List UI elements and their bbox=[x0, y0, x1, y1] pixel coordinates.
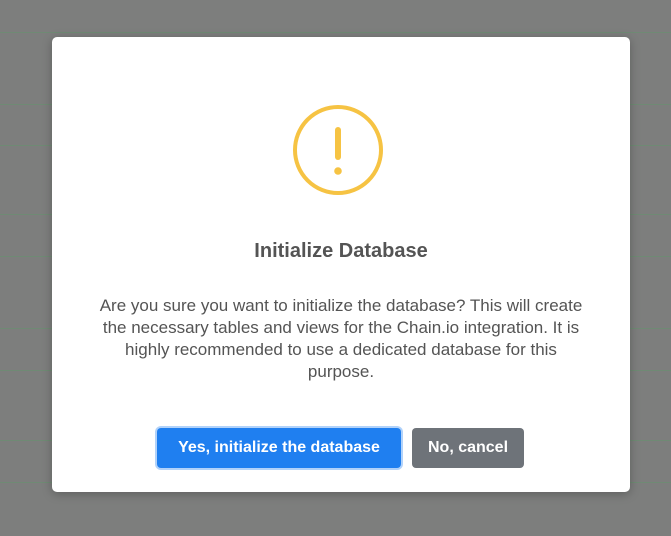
confirm-dialog: Initialize Database Are you sure you wan… bbox=[52, 37, 630, 492]
cancel-button[interactable]: No, cancel bbox=[412, 428, 524, 468]
dialog-title: Initialize Database bbox=[254, 240, 428, 262]
exclamation-warning-icon bbox=[292, 104, 384, 196]
background-row-divider bbox=[0, 32, 671, 33]
dialog-message: Are you sure you want to initialize the … bbox=[99, 296, 583, 381]
confirm-button[interactable]: Yes, initialize the database bbox=[157, 428, 401, 468]
